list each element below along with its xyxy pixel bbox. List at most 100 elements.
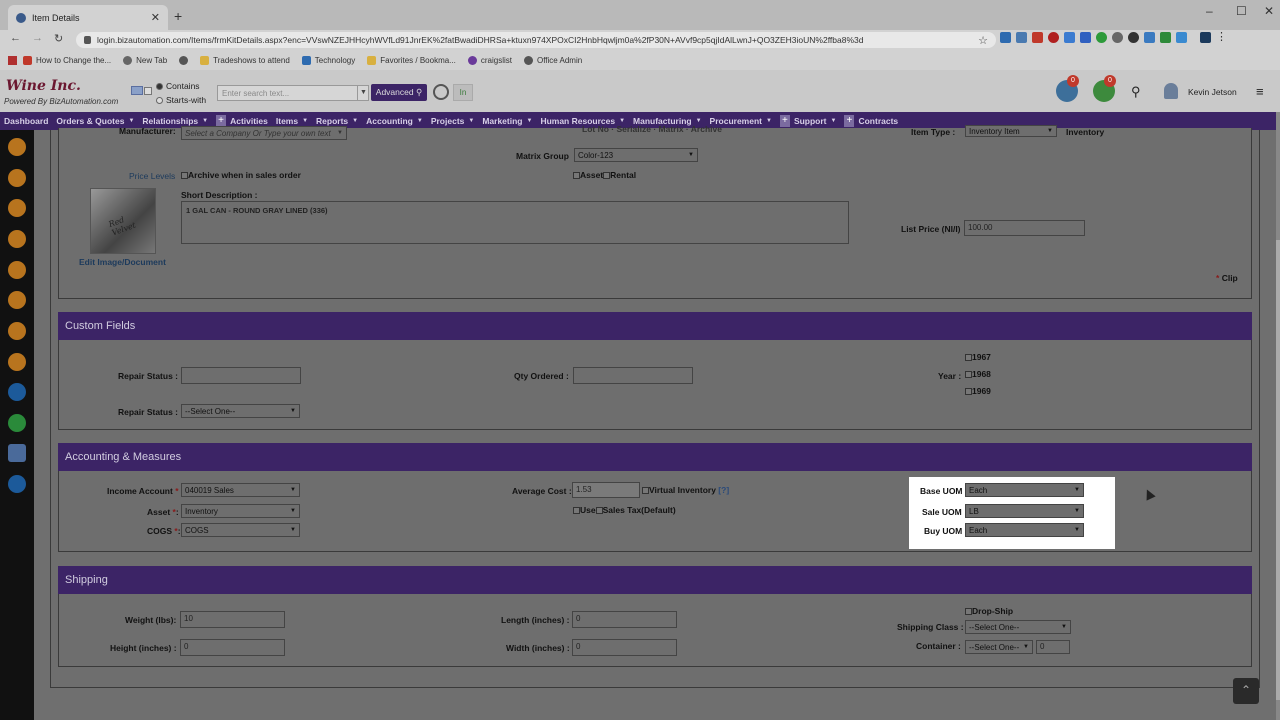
radio-starts-with[interactable]: Starts-with [156,95,206,105]
extension-icon[interactable] [1160,32,1171,43]
extension-icon[interactable] [1000,32,1011,43]
back-icon[interactable]: ← [10,32,21,44]
short-description-textarea[interactable]: 1 GAL CAN - ROUND GRAY LINED (336) [181,201,849,244]
hamburger-menu-icon[interactable]: ≡ [1256,84,1264,99]
archive-checkbox[interactable]: Archive when in sales order [181,170,301,180]
nav-accounting[interactable]: Accounting ▼ [366,116,423,126]
income-account-select[interactable]: 040019 Sales ▼ [181,483,300,497]
tag-icon[interactable] [8,322,26,340]
shipping-class-select[interactable]: --Select One-- ▼ [965,620,1071,634]
price-levels-link[interactable]: Price Levels [129,171,175,181]
year-1968-checkbox[interactable]: 1968 [965,369,991,379]
clip-link[interactable]: * Clip [1216,273,1238,283]
help-link[interactable]: [?] [718,485,729,495]
bookmark-item[interactable] [179,55,189,65]
bookmark-item[interactable]: How to Change the... [23,55,111,65]
zoom-icon[interactable]: ⚲ [1131,84,1141,100]
user-avatar-icon[interactable] [1164,83,1178,99]
base-uom-select[interactable]: Each ▼ [965,483,1084,497]
nav-support[interactable]: Support ▼ [794,116,837,126]
buy-uom-select[interactable]: Each ▼ [965,523,1084,537]
tag-icon[interactable] [8,138,26,156]
bookmark-item[interactable]: Office Admin [523,55,582,65]
plus-icon[interactable]: + [844,115,855,127]
year-1969-checkbox[interactable]: 1969 [965,386,991,396]
browser-menu-icon[interactable]: ⋮ [1216,32,1227,43]
extension-icon[interactable] [1176,32,1187,43]
tools-icon[interactable] [8,383,26,401]
extension-icon[interactable] [1096,32,1107,43]
asset-checkbox[interactable]: Asset Rental [573,170,636,180]
container-select[interactable]: --Select One-- ▼ [965,640,1033,654]
use-checkbox[interactable]: Use Sales Tax(Default) [573,505,676,515]
user-name[interactable]: Kevin Jetson [1188,87,1237,97]
container-qty-input[interactable]: 0 [1036,640,1070,654]
nav-activities[interactable]: Activities [230,116,268,126]
bookmark-item[interactable]: New Tab [123,55,167,65]
nav-contracts[interactable]: Contracts [858,116,898,126]
edit-image-link[interactable]: Edit Image/Document [79,257,166,267]
company-logo[interactable]: Wine Inc. [6,78,81,94]
window-close-icon[interactable]: ✕ [1264,4,1274,18]
length-input[interactable]: 0 [572,611,677,628]
bookmark-folder[interactable]: Tradeshows to attend [200,55,290,65]
maximize-icon[interactable]: ☐ [1236,4,1247,18]
nav-projects[interactable]: Projects ▼ [431,116,475,126]
url-input[interactable]: login.bizautomation.com/Items/frmKitDeta… [76,32,996,48]
list-price-input[interactable]: 100.00 [964,220,1085,236]
drop-ship-checkbox[interactable]: Drop-Ship [965,606,1013,616]
new-tab-icon[interactable]: + [174,8,182,24]
extension-icon[interactable] [1144,32,1155,43]
sale-uom-select[interactable]: LB ▼ [965,504,1084,518]
forward-icon[interactable]: → [32,32,43,44]
item-image[interactable]: Red Velvet [90,188,156,254]
tools-icon[interactable] [8,475,26,493]
bookmark-star-icon[interactable]: ☆ [978,34,988,47]
sales-tax-checkbox[interactable] [595,507,603,515]
profile-icon[interactable] [1200,32,1211,43]
minimize-icon[interactable]: – [1206,4,1213,18]
bookmark-item[interactable]: craigslist [467,55,512,65]
repair-status-input[interactable] [181,367,301,384]
search-input[interactable]: Enter search text... [217,85,369,101]
nav-orders-quotes[interactable]: Orders & Quotes ▼ [56,116,134,126]
radio-contains[interactable]: Contains [156,81,200,91]
height-input[interactable]: 0 [180,639,285,656]
width-input[interactable]: 0 [572,639,677,656]
asset-account-select[interactable]: Inventory ▼ [181,504,300,518]
tag-icon[interactable] [8,169,26,187]
reload-icon[interactable]: ↻ [54,32,63,45]
virtual-inventory-checkbox[interactable]: Virtual Inventory [?] [642,485,729,495]
scrollbar-thumb[interactable] [1276,240,1280,700]
cogs-select[interactable]: COGS ▼ [181,523,300,537]
extension-icon[interactable] [1112,32,1123,43]
extension-icon[interactable] [1032,32,1043,43]
matrix-group-select[interactable]: Color-123 ▼ [574,148,698,162]
advanced-search-button[interactable]: Advanced ⚲ [371,84,427,101]
tab-close-icon[interactable]: ✕ [151,11,160,24]
nav-dashboard[interactable]: Dashboard [4,116,48,126]
timer-icon[interactable] [433,84,449,100]
item-type-select[interactable]: Inventory Item ▼ [965,125,1057,137]
search-option-checkbox[interactable] [144,87,152,95]
extension-icon[interactable] [1128,32,1139,43]
year-1967-checkbox[interactable]: 1967 [965,352,991,362]
extension-icon[interactable] [1080,32,1091,43]
nav-items[interactable]: Items ▼ [276,116,308,126]
bookmark-folder[interactable]: Favorites / Bookma... [367,55,456,65]
plus-icon[interactable]: + [779,115,790,127]
nav-reports[interactable]: Reports ▼ [316,116,358,126]
tag-icon[interactable] [8,230,26,248]
tag-icon[interactable] [8,291,26,309]
mail-icon[interactable] [131,86,143,95]
tag-icon[interactable] [8,261,26,279]
in-button[interactable]: In [453,84,473,101]
nav-marketing[interactable]: Marketing ▼ [482,116,532,126]
apps-icon[interactable] [8,55,17,65]
tag-icon[interactable] [8,199,26,217]
bookmark-item[interactable]: Technology [301,55,355,65]
scroll-to-top-button[interactable]: ⌃ [1233,678,1259,704]
extension-icon[interactable] [1016,32,1027,43]
cart-icon[interactable] [8,414,26,432]
repair-status-select[interactable]: --Select One-- ▼ [181,404,300,418]
